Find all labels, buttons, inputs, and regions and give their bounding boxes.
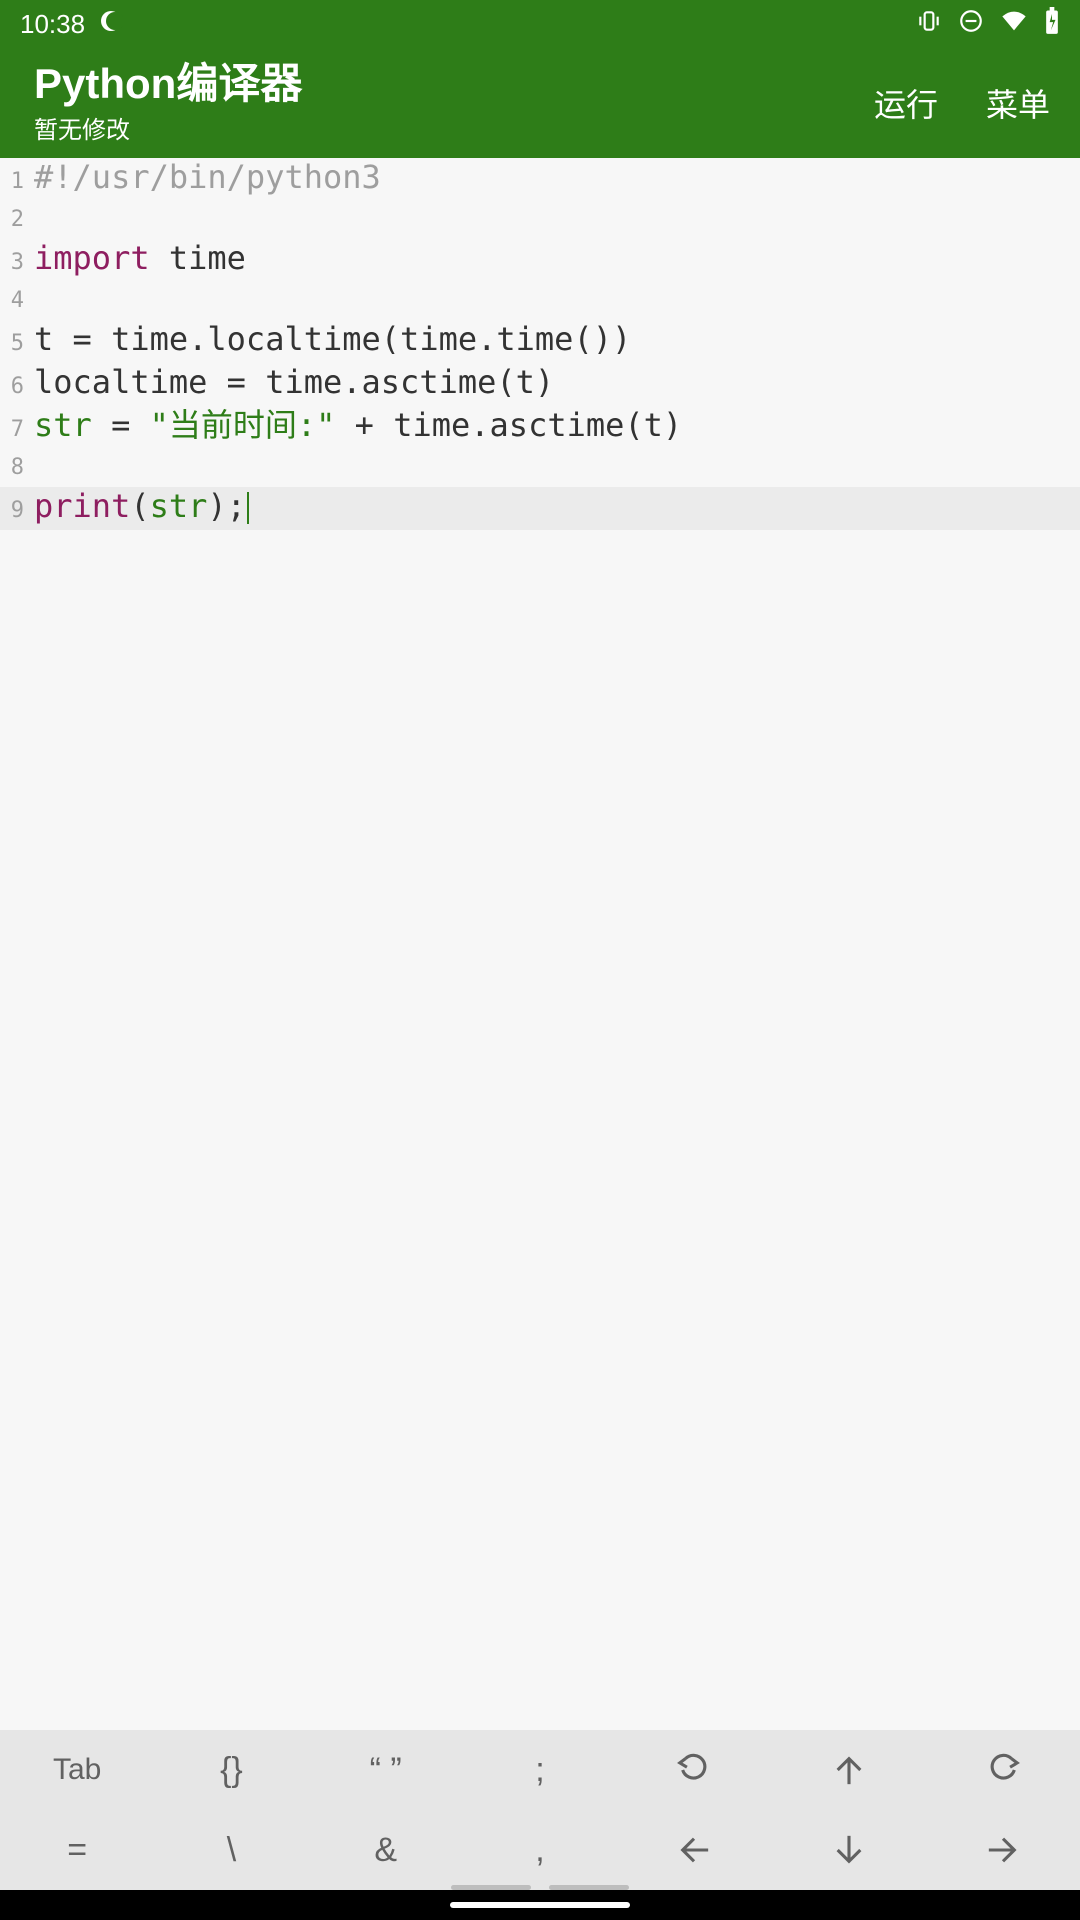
code-content[interactable]: #!/usr/bin/python3 bbox=[30, 158, 381, 196]
key-char[interactable]: , bbox=[463, 1810, 617, 1890]
key-char[interactable]: & bbox=[309, 1810, 463, 1890]
code-line[interactable]: 9print(str); bbox=[0, 487, 1080, 530]
arrow-down-icon[interactable] bbox=[771, 1810, 925, 1890]
dnd-icon bbox=[958, 8, 984, 41]
key-char[interactable]: = bbox=[0, 1810, 154, 1890]
nav-home-pill[interactable] bbox=[450, 1902, 630, 1908]
wifi-icon bbox=[1000, 7, 1028, 42]
code-line[interactable]: 8 bbox=[0, 449, 1080, 487]
code-editor[interactable]: 1#!/usr/bin/python323import time45t = ti… bbox=[0, 158, 1080, 1730]
moon-icon bbox=[99, 9, 123, 40]
text-cursor bbox=[247, 492, 249, 524]
line-number: 6 bbox=[0, 368, 30, 406]
code-line[interactable]: 1#!/usr/bin/python3 bbox=[0, 158, 1080, 201]
line-number: 2 bbox=[0, 201, 30, 239]
run-button[interactable]: 运行 bbox=[874, 80, 938, 126]
code-line[interactable]: 2 bbox=[0, 201, 1080, 239]
redo-icon[interactable] bbox=[926, 1730, 1080, 1810]
line-number: 4 bbox=[0, 282, 30, 320]
code-content[interactable]: localtime = time.asctime(t) bbox=[30, 363, 554, 401]
code-line[interactable]: 4 bbox=[0, 282, 1080, 320]
code-content[interactable]: import time bbox=[30, 239, 246, 277]
status-time: 10:38 bbox=[20, 9, 85, 40]
undo-icon[interactable] bbox=[617, 1730, 771, 1810]
app-bar: Python编译器 暂无修改 运行 菜单 bbox=[0, 48, 1080, 158]
symbol-toolbar: Tab{}“ ”; =\&, bbox=[0, 1730, 1080, 1890]
code-line[interactable]: 6localtime = time.asctime(t) bbox=[0, 363, 1080, 406]
vibrate-icon bbox=[916, 8, 942, 41]
app-subtitle: 暂无修改 bbox=[34, 110, 302, 145]
key-charchar[interactable]: {} bbox=[154, 1730, 308, 1810]
line-number: 3 bbox=[0, 244, 30, 282]
line-number: 1 bbox=[0, 163, 30, 201]
arrow-left-icon[interactable] bbox=[617, 1810, 771, 1890]
system-nav-bar bbox=[0, 1890, 1080, 1920]
arrow-right-icon[interactable] bbox=[926, 1810, 1080, 1890]
line-number: 8 bbox=[0, 449, 30, 487]
code-line[interactable]: 3import time bbox=[0, 239, 1080, 282]
key-charcharchar[interactable]: “ ” bbox=[309, 1730, 463, 1810]
key-char[interactable]: \ bbox=[154, 1810, 308, 1890]
line-number: 9 bbox=[0, 492, 30, 530]
code-content[interactable]: t = time.localtime(time.time()) bbox=[30, 320, 631, 358]
status-bar: 10:38 bbox=[0, 0, 1080, 48]
app-title: Python编译器 bbox=[34, 61, 302, 107]
key-char[interactable]: ; bbox=[463, 1730, 617, 1810]
battery-icon bbox=[1044, 7, 1060, 42]
code-line[interactable]: 7str = "当前时间:" + time.asctime(t) bbox=[0, 406, 1080, 449]
code-line[interactable]: 5t = time.localtime(time.time()) bbox=[0, 320, 1080, 363]
key-Tab[interactable]: Tab bbox=[0, 1730, 154, 1810]
menu-button[interactable]: 菜单 bbox=[986, 80, 1050, 126]
arrow-up-icon[interactable] bbox=[771, 1730, 925, 1810]
line-number: 5 bbox=[0, 325, 30, 363]
code-content[interactable]: print(str); bbox=[30, 487, 249, 525]
code-content[interactable]: str = "当前时间:" + time.asctime(t) bbox=[30, 406, 682, 444]
line-number: 7 bbox=[0, 411, 30, 449]
